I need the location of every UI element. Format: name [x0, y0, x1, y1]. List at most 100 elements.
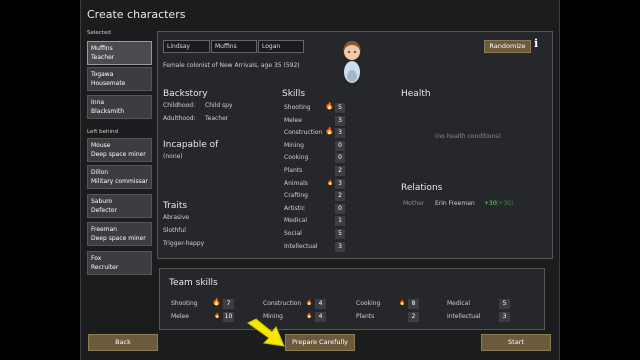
- traits-header: Traits: [163, 201, 188, 211]
- pawn-role: Blacksmith: [91, 108, 125, 115]
- team-skill-value: 3: [499, 312, 510, 322]
- skill-row[interactable]: Animals 🔥 3: [284, 178, 350, 189]
- pawn-name: Togawa: [91, 71, 114, 78]
- pawn-role: Housemate: [91, 80, 126, 87]
- skill-row[interactable]: Shooting 🔥 5: [284, 102, 350, 113]
- pawn-name: Mouse: [91, 142, 111, 149]
- team-skill-value: 4: [315, 299, 326, 309]
- backstory-header: Backstory: [163, 89, 208, 99]
- relation-name[interactable]: Erin Freeman: [435, 200, 475, 207]
- team-skill-name: Construction: [263, 300, 302, 307]
- skill-row[interactable]: Cooking 0: [284, 153, 350, 164]
- team-skill-value: 10: [223, 312, 234, 322]
- team-skill-value: 2: [408, 312, 419, 322]
- prepare-carefully-button[interactable]: Prepare Carefully: [285, 334, 355, 351]
- pawn-card[interactable]: Inna Blacksmith: [87, 95, 152, 119]
- skill-name: Melee: [284, 116, 302, 124]
- team-skill-name: Melee: [171, 313, 189, 320]
- skill-row[interactable]: Mining 0: [284, 140, 350, 151]
- skill-row[interactable]: Social 5: [284, 229, 350, 239]
- team-skills-header: Team skills: [169, 278, 218, 288]
- skill-name: Medical: [284, 217, 307, 225]
- skill-value: 3: [335, 115, 345, 126]
- skill-name: Crafting: [284, 192, 308, 200]
- skill-row[interactable]: Medical 1: [284, 216, 350, 227]
- skill-value: 0: [335, 153, 345, 164]
- passion-flame-icon: 🔥: [399, 300, 406, 306]
- passion-flame-icon: 🔥: [327, 179, 334, 186]
- skills-header: Skills: [282, 89, 306, 99]
- team-skill-value: 8: [408, 299, 419, 309]
- start-button[interactable]: Start: [481, 334, 551, 351]
- pawn-card[interactable]: Mouse Deep space miner: [87, 138, 152, 162]
- pawn-portrait: [343, 41, 361, 83]
- skill-value: 1: [335, 216, 345, 227]
- childhood-value[interactable]: Child spy: [205, 102, 233, 109]
- passion-flame-icon: 🔥: [325, 102, 334, 110]
- skill-value: 5: [335, 229, 345, 239]
- first-name-field[interactable]: Lindsay: [163, 40, 210, 53]
- back-button[interactable]: Back: [88, 334, 158, 351]
- pawn-card[interactable]: Togawa Housemate: [87, 67, 152, 91]
- pawn-card[interactable]: Saburo Defector: [87, 194, 152, 218]
- skill-name: Mining: [284, 141, 304, 149]
- pawn-name: Inna: [91, 99, 105, 106]
- incapable-header: Incapable of: [163, 140, 219, 150]
- childhood-label: Childhood:: [163, 102, 196, 109]
- pawn-name: Muffins: [91, 45, 113, 52]
- relation-opinion-secondary: (+30): [496, 200, 514, 207]
- skill-row[interactable]: Artistic 0: [284, 203, 350, 214]
- skill-value: 2: [335, 166, 345, 176]
- relation-type: Mother: [403, 200, 425, 207]
- pawn-card[interactable]: Muffins Teacher: [87, 41, 152, 65]
- team-skill-name: Intellectual: [447, 313, 481, 320]
- skill-name: Construction: [284, 129, 323, 137]
- skill-name: Artistic: [284, 204, 306, 212]
- left-behind-label: Left behind: [87, 129, 118, 135]
- skill-name: Plants: [284, 167, 303, 174]
- skill-row[interactable]: Crafting 2: [284, 191, 350, 202]
- passion-flame-icon: 🔥: [306, 300, 313, 306]
- pawn-card[interactable]: Freeman Deep space miner: [87, 222, 152, 246]
- skill-row[interactable]: Intellectual 3: [284, 241, 350, 252]
- passion-flame-icon: 🔥: [325, 127, 334, 136]
- pawn-role: Deep space miner: [91, 151, 146, 158]
- pawn-role: Deep space miner: [91, 235, 146, 242]
- skill-name: Animals: [284, 179, 308, 187]
- skill-row[interactable]: Melee 3: [284, 115, 350, 126]
- nick-name-field[interactable]: Muffins: [211, 40, 257, 53]
- pawn-name: Freeman: [91, 226, 118, 233]
- window-title: Create characters: [87, 8, 186, 21]
- passion-flame-icon: 🔥: [214, 313, 221, 319]
- pawn-card[interactable]: Fox Recruiter: [87, 251, 152, 275]
- adulthood-value[interactable]: Teacher: [205, 115, 228, 122]
- trait-item[interactable]: Trigger-happy: [163, 240, 204, 247]
- skill-name: Shooting: [284, 104, 311, 111]
- pawn-card[interactable]: Dillon Military commissar: [87, 165, 152, 189]
- skill-value: 2: [335, 191, 345, 202]
- skill-value: 3: [335, 178, 345, 189]
- team-skill-name: Plants: [356, 313, 375, 320]
- team-skill-name: Medical: [447, 300, 470, 307]
- skill-value: 0: [335, 140, 345, 151]
- last-name-field[interactable]: Logan: [258, 40, 304, 53]
- skill-row[interactable]: Plants 2: [284, 166, 350, 176]
- randomize-button[interactable]: Randomize: [484, 40, 531, 53]
- skill-value: 3: [335, 241, 345, 252]
- pawn-role: Defector: [91, 207, 117, 214]
- pawn-role: Teacher: [91, 54, 115, 61]
- adulthood-label: Adulthood:: [163, 115, 196, 122]
- info-icon[interactable]: i: [534, 37, 538, 50]
- pawn-name: Saburo: [91, 198, 113, 205]
- passion-flame-icon: 🔥: [212, 298, 221, 306]
- pawn-role: Recruiter: [91, 264, 119, 271]
- skill-name: Cooking: [284, 154, 309, 162]
- skill-row[interactable]: Construction 🔥 3: [284, 127, 350, 139]
- pawn-description: Female colonist of New Arrivals, age 35 …: [163, 62, 300, 69]
- trait-item[interactable]: Abrasive: [163, 214, 189, 221]
- team-skill-name: Shooting: [171, 300, 198, 307]
- trait-item[interactable]: Slothful: [163, 227, 186, 234]
- selected-label: Selected: [87, 30, 111, 36]
- team-skill-name: Cooking: [356, 300, 381, 307]
- team-skill-value: 7: [223, 299, 234, 309]
